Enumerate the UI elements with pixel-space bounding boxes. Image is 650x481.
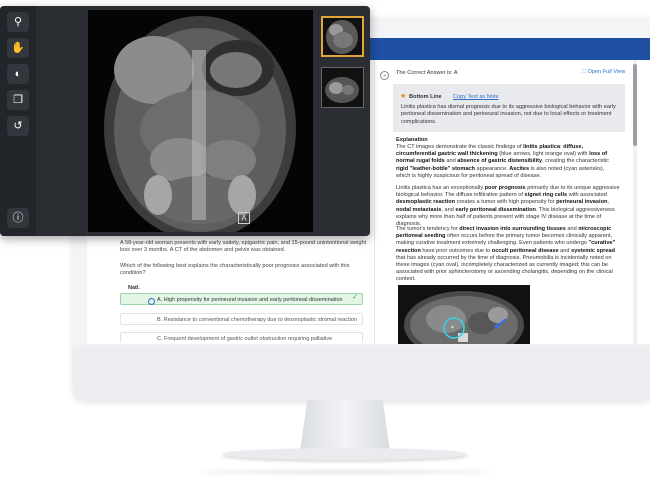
answer-choice-a[interactable]: A. High propensity for perineural invasi… [120, 293, 363, 305]
star-icon: ★ [400, 93, 407, 100]
explanation-paragraph-1: The CT images demonstrate the classic fi… [396, 144, 609, 179]
explanation-heading: Explanation [396, 137, 428, 143]
question-ask: Which of the following best explains the… [120, 263, 350, 277]
image-label: A [238, 212, 250, 224]
monitor-chin [73, 345, 650, 400]
explanation-paragraph-3: The tumor's tendency for direct invasion… [396, 226, 616, 283]
copy-text-as-note-link[interactable]: Copy Text as Note [453, 94, 499, 100]
ct-axial-image: * [404, 291, 524, 344]
check-icon: ✓ [352, 294, 358, 301]
pan-tool-button[interactable]: ✋ [7, 38, 29, 58]
answer-choice-label: B. Resistance to conventional chemothera… [157, 317, 357, 323]
explanation-paragraph-2: Linitis plastica has an exceptionally po… [396, 185, 620, 228]
thumbnail-image-2[interactable] [321, 67, 364, 108]
zoom-tool-button[interactable]: ⚲ [7, 12, 29, 32]
thumbnail-1-graphic [326, 20, 358, 54]
bottom-line-label: Bottom Line [409, 94, 442, 100]
thumbnail-2-graphic [325, 77, 359, 103]
answer-choice-b[interactable]: B. Resistance to conventional chemothera… [120, 313, 363, 325]
monitor-shadow [200, 468, 490, 476]
magnifier-icon: ⚲ [13, 16, 23, 28]
reset-tool-button[interactable]: ↺ [7, 116, 29, 136]
copy-icon: ❐ [13, 94, 23, 106]
monitor-stand-base [222, 448, 468, 460]
thumbnail-image-1-active[interactable] [321, 16, 364, 57]
explanation-ct-image[interactable]: * [398, 285, 530, 344]
info-icon: ⓘ [12, 212, 24, 224]
window-tool-button[interactable]: ❐ [7, 90, 29, 110]
answer-choice-label: C. Frequent development of gastric outle… [157, 336, 333, 342]
bottom-line-body: Linitis plastica has dismal prognosis du… [401, 104, 616, 125]
contrast-icon: ◐ [14, 68, 22, 80]
ct-coronal-image[interactable] [88, 10, 313, 232]
info-button[interactable]: ⓘ [7, 208, 29, 228]
contrast-tool-button[interactable]: ◐ [7, 64, 29, 84]
svg-text:*: * [451, 325, 454, 332]
answer-choice-c[interactable]: C. Frequent development of gastric outle… [120, 332, 363, 343]
question-stem: A 58-year-old woman presents with early … [120, 240, 367, 254]
correct-answer-text: The Correct Answer is: A [396, 70, 458, 76]
question-tag: Natl. [128, 285, 140, 291]
radio-selected-icon[interactable] [148, 298, 155, 305]
pane-divider [374, 60, 375, 344]
ct-coronal-scan [88, 10, 313, 232]
answer-choice-label: A. High propensity for perineural invasi… [157, 297, 343, 303]
monitor-stand-neck [300, 400, 390, 452]
undo-icon: ↺ [13, 120, 23, 132]
expand-pane-icon[interactable]: » [380, 71, 389, 80]
hand-icon: ✋ [11, 42, 25, 54]
open-full-view-link[interactable]: ⛶ Open Full View [582, 69, 625, 76]
scrollbar-thumb[interactable] [633, 64, 637, 146]
